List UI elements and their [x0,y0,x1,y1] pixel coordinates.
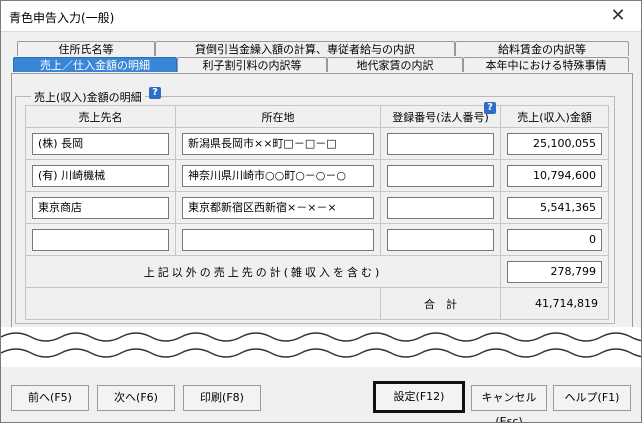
help-icon[interactable]: ? [149,87,161,99]
registration-number-input[interactable] [387,228,494,251]
tab-address-name[interactable]: 住所氏名等 [17,41,155,56]
address-input[interactable]: 神奈川県川崎市○○町○－○－○ [182,164,374,187]
table-row: 0 [25,223,609,256]
wave-divider [1,327,641,367]
table-row: 東京商店 東京都新宿区西新宿×－×－× 5,541,365 [25,191,609,224]
total-label: 合 計 [380,287,501,320]
next-button[interactable]: 次へ(F6) [97,385,175,411]
table-row: (株) 長岡 新潟県長岡市××町□－□－□ 25,100,055 [25,127,609,160]
table-header-row: 売上先名 所在地 登録番号(法人番号) ? 売上(収入)金額 [25,102,609,128]
address-input[interactable] [182,228,374,251]
sales-amount-input[interactable]: 0 [507,228,602,251]
sales-amount-input[interactable]: 5,541,365 [507,196,602,219]
other-sales-label: 上記以外の売上先の計(雑収入を含む) [25,255,501,288]
sales-amount-input[interactable]: 25,100,055 [507,132,602,155]
dialog-window: 青色申告入力(一般) ✕ 住所氏名等 貸倒引当金繰入額の計算、専従者給与の内訳 … [0,0,642,423]
other-sales-amount-input[interactable]: 278,799 [507,260,602,283]
tab-rent-breakdown[interactable]: 地代家賃の内訳 [327,57,463,72]
customer-name-input[interactable] [32,228,169,251]
other-sales-row: 上記以外の売上先の計(雑収入を含む) 278,799 [25,255,609,288]
total-spacer [25,287,381,320]
tab-bad-debt-allowance[interactable]: 貸倒引当金繰入額の計算、専従者給与の内訳 [155,41,455,56]
print-button[interactable]: 印刷(F8) [183,385,261,411]
header-registration-number: 登録番号(法人番号) ? [380,102,501,128]
title-bar: 青色申告入力(一般) ✕ [1,1,641,32]
settings-button[interactable]: 設定(F12) [373,381,465,413]
table-row: (有) 川崎機械 神奈川県川崎市○○町○－○－○ 10,794,600 [25,159,609,192]
total-amount: 41,714,819 [500,287,609,320]
header-registration-label: 登録番号(法人番号) [392,110,489,124]
total-row: 合 計 41,714,819 [25,287,609,320]
customer-name-input[interactable]: 東京商店 [32,196,169,219]
window-title: 青色申告入力(一般) [9,11,115,25]
tab-salary-breakdown[interactable]: 給料賃金の内訳等 [455,41,629,56]
tab-interest-discount[interactable]: 利子割引料の内訳等 [177,57,327,72]
help-icon[interactable]: ? [484,102,496,114]
customer-name-input[interactable]: (株) 長岡 [32,132,169,155]
registration-number-input[interactable] [387,196,494,219]
sales-table: 売上先名 所在地 登録番号(法人番号) ? 売上(収入)金額 (株) 長岡 新潟… [25,102,609,320]
sales-amount-input[interactable]: 10,794,600 [507,164,602,187]
header-customer-name: 売上先名 [25,105,176,128]
address-input[interactable]: 新潟県長岡市××町□－□－□ [182,132,374,155]
tab-sales-purchase-detail[interactable]: 売上／仕入金額の明細 [13,57,177,72]
tab-special-circumstances[interactable]: 本年中における特殊事情 [463,57,629,72]
help-button[interactable]: ヘルプ(F1) [553,385,631,411]
header-address: 所在地 [175,105,381,128]
registration-number-input[interactable] [387,132,494,155]
address-input[interactable]: 東京都新宿区西新宿×－×－× [182,196,374,219]
customer-name-input[interactable]: (有) 川崎機械 [32,164,169,187]
close-icon[interactable]: ✕ [607,5,629,27]
cancel-button[interactable]: キャンセル(Esc) [471,385,547,422]
group-title: 売上(収入)金額の明細 [31,89,145,105]
prev-button[interactable]: 前へ(F5) [11,385,89,411]
registration-number-input[interactable] [387,164,494,187]
header-sales-amount: 売上(収入)金額 [500,105,609,128]
